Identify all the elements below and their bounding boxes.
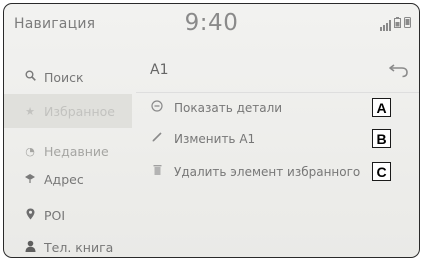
delete-icon [150,164,164,179]
contact-icon [22,240,38,255]
back-button[interactable] [387,61,411,79]
phone-icon [404,17,411,31]
search-icon [22,70,38,84]
page-title: A1 [150,62,169,78]
clock: 9:40 [184,10,239,36]
status-icons [380,17,411,31]
callout-label-a: A [372,98,391,117]
battery-icon [394,17,401,31]
menu-item-label: Удалить элемент избранного [174,164,361,179]
favorite-header: A1 [136,50,419,93]
sidebar-item-favorites[interactable]: ★ Избранное [4,94,132,128]
sidebar-item-address[interactable]: Адрес [4,162,132,196]
sidebar-item-label: Тел. книга [44,239,114,255]
sidebar-item-poi[interactable]: POI [4,198,132,232]
sidebar-item-label: Адрес [44,171,84,187]
sidebar: Поиск ★ Избранное ◔ Недавние Адрес POI Т… [4,50,132,257]
callout-label-b: B [372,129,391,148]
sidebar-item-search[interactable]: Поиск [4,60,132,94]
poi-icon [22,208,38,223]
details-icon [150,100,164,115]
sidebar-item-label: Недавние [44,143,109,159]
star-icon: ★ [25,104,35,118]
sidebar-item-label: POI [44,207,66,223]
sidebar-item-contacts[interactable]: Тел. книга [4,230,132,257]
menu-item-label: Изменить A1 [174,131,256,146]
status-bar: Навигация 9:40 [4,4,419,50]
menu-item-label: Показать детали [174,100,283,115]
navigation-screen: Навигация 9:40 Поиск ★ Избранное ◔ Недав… [3,3,420,258]
signal-icon [380,20,391,31]
sidebar-item-label: Избранное [44,103,115,119]
callout-label-c: C [372,162,391,181]
sidebar-item-label: Поиск [44,69,84,85]
edit-icon [150,131,164,146]
address-icon [22,173,38,186]
recent-icon: ◔ [25,144,35,158]
back-arrow-icon [389,64,408,78]
main-panel: A1 Показать детали A Изменить A1 B Удали… [136,50,419,257]
